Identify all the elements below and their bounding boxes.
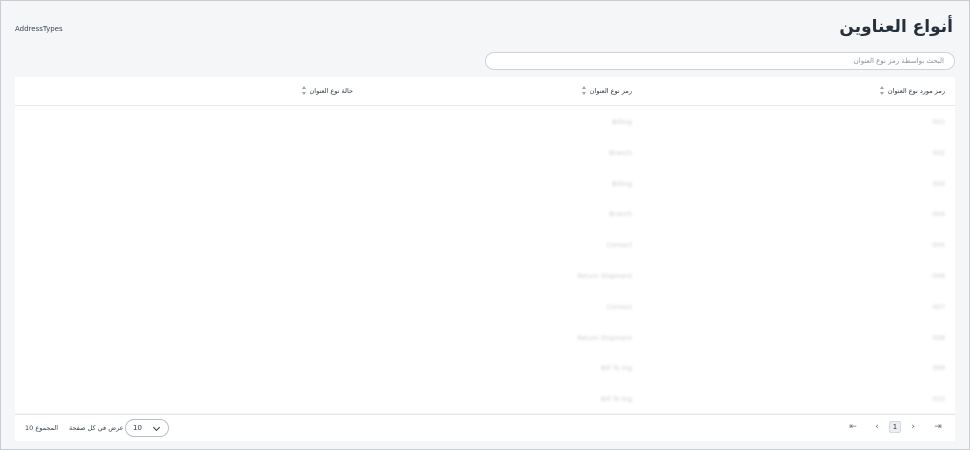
cell-name: Billing (612, 179, 632, 188)
page-current[interactable]: 1 (889, 421, 901, 433)
cell-name: Bill To Ing (600, 395, 632, 404)
chevron-left-icon[interactable]: ‹ (871, 421, 883, 433)
table-row[interactable]: 001 Billing (15, 107, 955, 138)
search-input[interactable]: البحث بواسطة رمز نوع العنوان (485, 52, 955, 70)
sort-icon[interactable] (301, 86, 307, 95)
cell-code: 009 (932, 364, 945, 373)
table-row[interactable]: 003 Billing (15, 169, 955, 200)
last-page-icon[interactable]: ⇥ (932, 421, 944, 433)
cell-name: Billing (612, 118, 632, 126)
table-row[interactable]: 009 Bill To Ing (15, 353, 955, 384)
table-row[interactable]: 006 Return Shipment (15, 261, 955, 292)
first-page-icon[interactable]: ⇤ (847, 421, 859, 433)
table-row[interactable]: 002 Branch (15, 138, 955, 169)
search-placeholder: البحث بواسطة رمز نوع العنوان (853, 57, 944, 65)
column-header-type-code[interactable]: رمز نوع العنوان (581, 86, 632, 95)
column-label: حالة نوع العنوان (309, 86, 353, 95)
chevron-down-icon (152, 423, 161, 432)
column-header-supplier-code[interactable]: رمز مورد نوع العنوان (879, 86, 945, 95)
cell-code: 003 (932, 179, 945, 188)
cell-code: 010 (932, 395, 945, 404)
cell-name: Branch (609, 210, 632, 219)
chevron-right-icon[interactable]: › (907, 421, 919, 433)
total-count: المجموع 10 (25, 424, 59, 432)
cell-name: Contact (606, 241, 632, 250)
route-label: AddressTypes (15, 25, 63, 33)
sort-icon[interactable] (581, 86, 587, 95)
table-row[interactable]: 005 Contact (15, 230, 955, 261)
address-types-table: رمز مورد نوع العنوان رمز نوع العنوان حال… (15, 77, 955, 413)
cell-code: 008 (932, 333, 945, 342)
cell-code: 005 (932, 241, 945, 250)
cell-name: Return Shipment (577, 271, 632, 280)
sort-icon[interactable] (879, 86, 885, 95)
cell-code: 004 (932, 210, 945, 219)
table-footer: المجموع 10 عرض في كل صفحة 10 ⇤ ‹ 1 › ⇥ (15, 414, 955, 441)
table-row[interactable]: 008 Return Shipment (15, 323, 955, 354)
table-row[interactable]: 007 Contact (15, 292, 955, 323)
cell-code: 001 (932, 118, 945, 126)
cell-name: Return Shipment (577, 333, 632, 342)
column-header-status[interactable]: حالة نوع العنوان (301, 86, 353, 95)
per-page-label: عرض في كل صفحة (69, 424, 124, 432)
app-frame: أنواع العناوين AddressTypes البحث بواسطة… (0, 0, 970, 450)
cell-code: 002 (932, 148, 945, 157)
column-label: رمز نوع العنوان (589, 86, 632, 95)
column-label: رمز مورد نوع العنوان (887, 86, 945, 95)
cell-code: 006 (932, 271, 945, 280)
table-body: 001 Billing 002 Branch 003 Billing 004 Branc… (15, 107, 955, 415)
cell-name: Bill To Ing (600, 364, 632, 373)
page-size-select[interactable]: 10 (125, 419, 169, 437)
table-header: رمز مورد نوع العنوان رمز نوع العنوان حال… (15, 77, 955, 106)
table-row[interactable]: 010 Bill To Ing (15, 384, 955, 415)
page-title: أنواع العناوين (839, 17, 953, 37)
cell-code: 007 (932, 302, 945, 311)
table-row[interactable]: 004 Branch (15, 199, 955, 230)
cell-name: Branch (609, 148, 632, 157)
page-size-value: 10 (133, 424, 142, 432)
cell-name: Contact (606, 302, 632, 311)
